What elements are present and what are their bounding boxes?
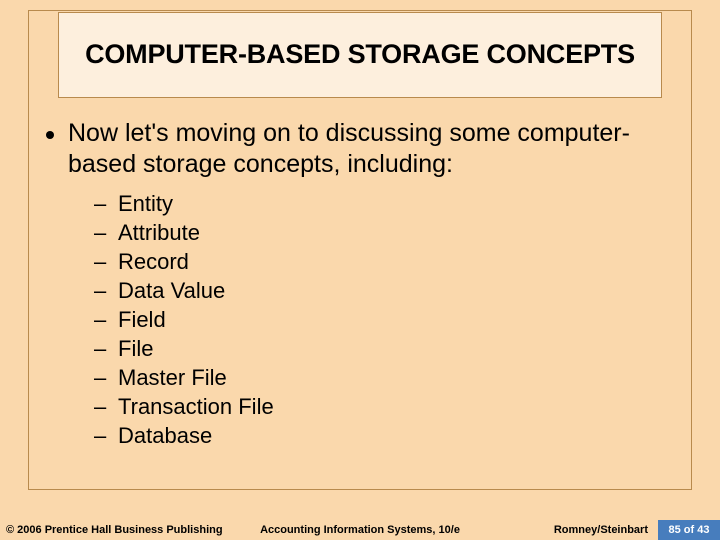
list-item-label: Field — [118, 307, 166, 333]
list-item: –Master File — [94, 365, 666, 391]
list-item: –Attribute — [94, 220, 666, 246]
list-item-label: Entity — [118, 191, 173, 217]
footer-authors: Romney/Steinbart — [554, 524, 648, 536]
dash-icon: – — [94, 191, 118, 217]
list-item-label: Record — [118, 249, 189, 275]
list-item-label: Attribute — [118, 220, 200, 246]
list-item: –Data Value — [94, 278, 666, 304]
page-number: 85 of 43 — [658, 520, 720, 540]
list-item-label: File — [118, 336, 153, 362]
sub-list: –Entity –Attribute –Record –Data Value –… — [94, 191, 666, 449]
list-item: –Transaction File — [94, 394, 666, 420]
bullet-icon — [46, 131, 54, 139]
dash-icon: – — [94, 220, 118, 246]
list-item: –Field — [94, 307, 666, 333]
list-item: –Record — [94, 249, 666, 275]
list-item-label: Data Value — [118, 278, 225, 304]
dash-icon: – — [94, 249, 118, 275]
bullet-item: Now let's moving on to discussing some c… — [46, 118, 666, 181]
dash-icon: – — [94, 307, 118, 333]
intro-text: Now let's moving on to discussing some c… — [68, 118, 666, 181]
footer: © 2006 Prentice Hall Business Publishing… — [0, 518, 720, 540]
dash-icon: – — [94, 278, 118, 304]
dash-icon: – — [94, 365, 118, 391]
dash-icon: – — [94, 336, 118, 362]
title-box: COMPUTER-BASED STORAGE CONCEPTS — [58, 12, 662, 98]
list-item: –Entity — [94, 191, 666, 217]
dash-icon: – — [94, 423, 118, 449]
slide-title: COMPUTER-BASED STORAGE CONCEPTS — [85, 38, 635, 72]
slide-body: Now let's moving on to discussing some c… — [46, 118, 666, 452]
list-item-label: Database — [118, 423, 212, 449]
list-item-label: Transaction File — [118, 394, 274, 420]
list-item: –Database — [94, 423, 666, 449]
list-item-label: Master File — [118, 365, 227, 391]
list-item: –File — [94, 336, 666, 362]
dash-icon: – — [94, 394, 118, 420]
